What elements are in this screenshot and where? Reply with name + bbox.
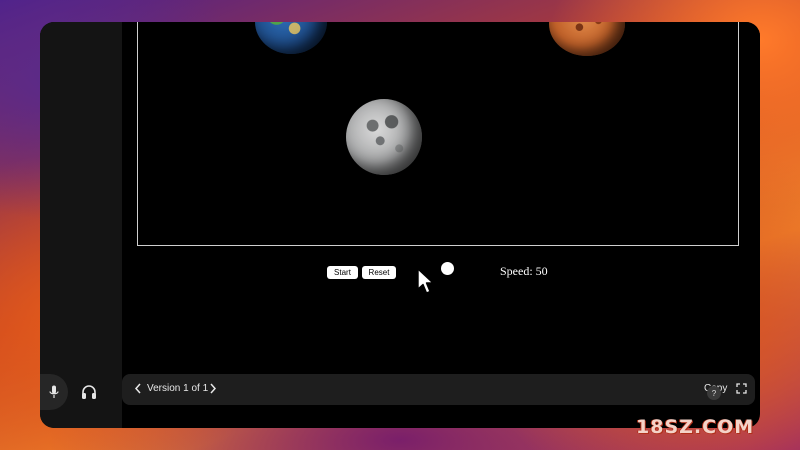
watermark-logo: 18SZ.COM: [636, 416, 755, 438]
start-button[interactable]: Start: [327, 266, 358, 279]
artifact-footer: Version 1 of 1 Copy: [122, 374, 755, 405]
help-button[interactable]: ?: [707, 386, 721, 400]
moon-icon: [346, 99, 422, 175]
speed-slider[interactable]: [441, 262, 454, 275]
version-label: Version 1 of 1: [147, 383, 209, 394]
speed-label: Speed: 50: [500, 264, 548, 278]
left-sidebar: [40, 22, 122, 428]
headphones-icon: [82, 385, 96, 399]
earth-icon: [255, 22, 327, 54]
headphones-button[interactable]: [80, 382, 98, 402]
mars-icon: [549, 22, 625, 56]
space-canvas: [137, 22, 739, 246]
chevron-left-icon[interactable]: [134, 383, 144, 395]
chevron-right-icon[interactable]: [209, 383, 219, 395]
mouse-pointer-icon: [417, 268, 434, 294]
app-window: Start Reset Speed: 50 Version 1 of 1 Cop…: [40, 22, 760, 428]
expand-icon[interactable]: [736, 383, 747, 394]
reset-button[interactable]: Reset: [362, 266, 396, 279]
microphone-icon: [49, 385, 59, 398]
artifact-preview: Start Reset Speed: 50: [122, 22, 760, 372]
